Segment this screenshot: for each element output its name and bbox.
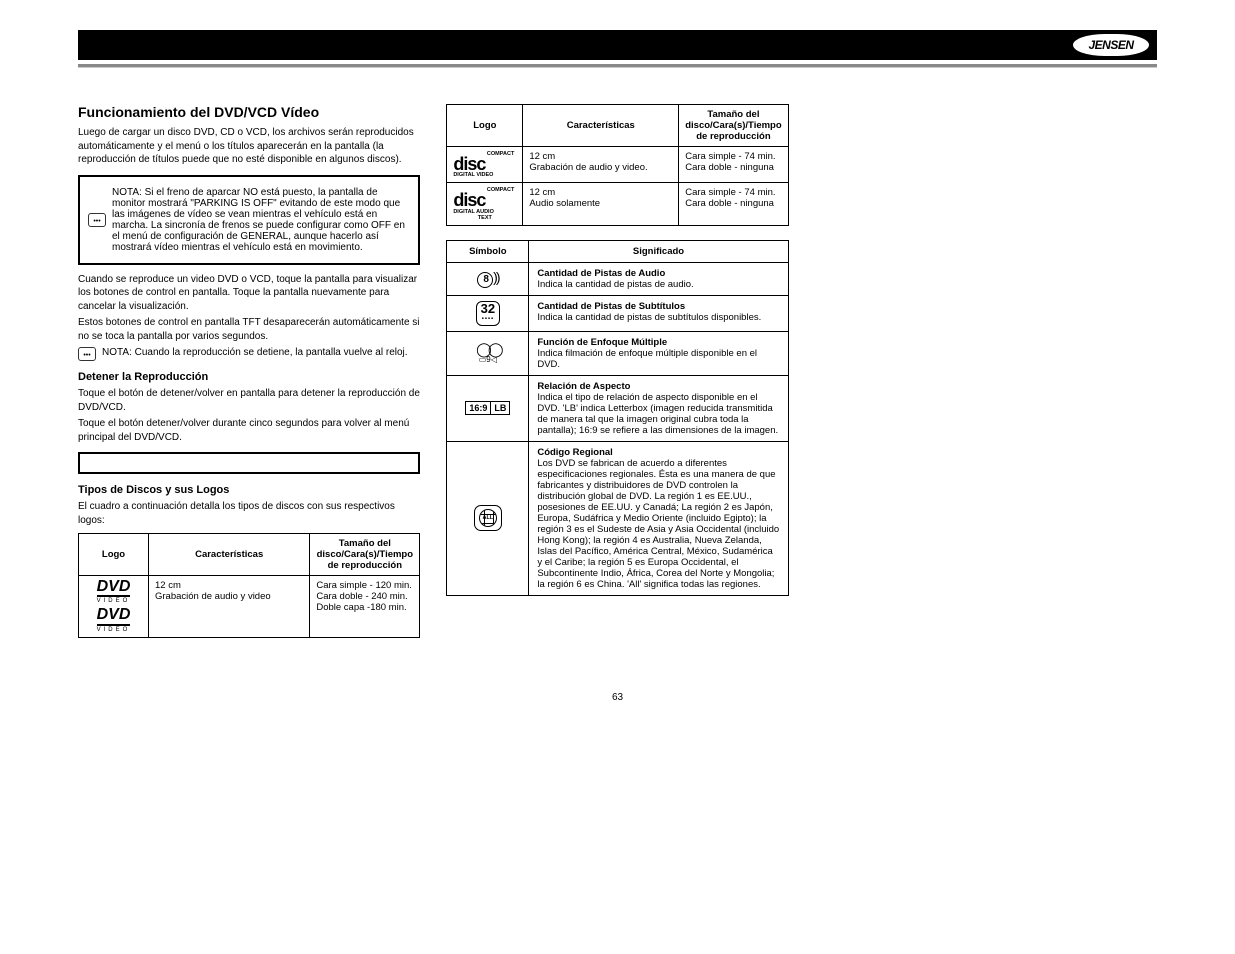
compact-disc-video-icon: COMPACT disc DIGITAL VIDEO <box>453 151 516 178</box>
dvd-playtime: Cara simple - 120 min. Cara doble - 240 … <box>310 576 420 638</box>
column-left: Funcionamiento del DVD/VCD Vídeo Luego d… <box>78 98 420 652</box>
stop-p1: Toque el botón de detener/volver en pant… <box>78 387 420 414</box>
th-size: Tamaño del disco/Cara(s)/Tiempo de repro… <box>310 534 420 576</box>
intro-paragraph: Luego de cargar un disco DVD, CD o VCD, … <box>78 126 420 167</box>
note-parking-text: NOTA: Si el freno de aparcar NO está pue… <box>112 187 410 253</box>
table-row: ALL Código Regional Los DVD se fabrican … <box>447 441 788 595</box>
th-features: Características <box>523 105 679 147</box>
content-columns: Funcionamiento del DVD/VCD Vídeo Luego d… <box>78 98 1157 652</box>
touch-controls-paragraph-2: Estos botones de control en pantalla TFT… <box>78 316 420 343</box>
table-row: COMPACT disc DIGITAL VIDEO 12 cm Grabaci… <box>447 147 788 183</box>
vcd-logo-cell: COMPACT disc DIGITAL VIDEO <box>447 147 523 183</box>
model-number: VM9214 <box>993 34 1074 57</box>
table-row: 8)) Cantidad de Pistas de Audio Indica l… <box>447 262 788 295</box>
page-number: 63 <box>78 692 1157 703</box>
jensen-logo: JENSEN <box>1073 34 1149 56</box>
cd-playtime: Cara simple - 74 min. Cara doble - ningu… <box>679 183 788 225</box>
dvd-features: 12 cm Grabación de audio y video <box>149 576 310 638</box>
column-middle: Logo Características Tamaño del disco/Ca… <box>446 98 788 652</box>
cd-logo-cell: COMPACT disc DIGITAL AUDIO TEXT <box>447 183 523 225</box>
disc-types-heading: Tipos de Discos y sus Logos <box>78 484 420 496</box>
multi-angle-desc: Función de Enfoque Múltiple Indica filma… <box>529 331 788 375</box>
note-icon: ••• <box>78 347 96 361</box>
th-logo: Logo <box>447 105 523 147</box>
stop-p2: Toque el botón detener/volver durante ci… <box>78 417 420 444</box>
column-right <box>815 98 1157 652</box>
vcd-playtime: Cara simple - 74 min. Cara doble - ningu… <box>679 147 788 183</box>
note-clock-text: NOTA: Cuando la reproducción se detiene,… <box>102 347 408 361</box>
feature-desc: Grabación de audio y video <box>155 591 303 602</box>
dvd-logo-cell: DVD VIDEO DVD VIDEO <box>79 576 149 638</box>
page: VM9214 JENSEN Funcionamiento del DVD/VCD… <box>0 0 1235 743</box>
th-size: Tamaño del disco/Cara(s)/Tiempo de repro… <box>679 105 788 147</box>
table-row: DVD VIDEO DVD VIDEO 12 cm <box>79 576 420 638</box>
disc-table-1: Logo Características Tamaño del disco/Ca… <box>78 533 420 638</box>
aspect-ratio-desc: Relación de Aspecto Indica el tipo de re… <box>529 375 788 441</box>
header-rule <box>78 64 1157 68</box>
note-box-empty <box>78 452 420 474</box>
stop-heading: Detener la Reproducción <box>78 371 420 383</box>
th-features: Características <box>149 534 310 576</box>
note-row-clock: ••• NOTA: Cuando la reproducción se deti… <box>78 347 420 361</box>
th-logo: Logo <box>79 534 149 576</box>
table-row: ◯◯ ▭9◁ Función de Enfoque Múltiple Indic… <box>447 331 788 375</box>
touch-controls-paragraph: Cuando se reproduce un video DVD o VCD, … <box>78 273 420 314</box>
th-meaning: Significado <box>529 240 788 262</box>
note-icon: ••• <box>88 213 106 227</box>
header-bar: VM9214 JENSEN <box>78 30 1157 60</box>
audio-tracks-desc: Cantidad de Pistas de Audio Indica la ca… <box>529 262 788 295</box>
aspect-ratio-icon: 16:9 LB <box>447 375 529 441</box>
table-row: 32 ▪▪▪▪ Cantidad de Pistas de Subtítulos… <box>447 295 788 331</box>
table-row: 16:9 LB Relación de Aspecto Indica el ti… <box>447 375 788 441</box>
multi-angle-icon: ◯◯ ▭9◁ <box>447 331 529 375</box>
region-code-icon: ALL <box>447 441 529 595</box>
dvd-logo-group: DVD VIDEO DVD VIDEO <box>85 580 142 633</box>
audio-tracks-icon: 8)) <box>447 262 529 295</box>
region-code-desc: Código Regional Los DVD se fabrican de a… <box>529 441 788 595</box>
symbols-table: Símbolo Significado 8)) Cantidad de Pist… <box>446 240 788 596</box>
th-symbol: Símbolo <box>447 240 529 262</box>
vcd-features: 12 cm Grabación de audio y video. <box>523 147 679 183</box>
disc-table-lead: El cuadro a continuación detalla los tip… <box>78 500 420 527</box>
section-title: Funcionamiento del DVD/VCD Vídeo <box>78 104 420 120</box>
subtitle-tracks-icon: 32 ▪▪▪▪ <box>447 295 529 331</box>
dvd-logo-icon: DVD VIDEO <box>97 608 131 632</box>
cd-features: 12 cm Audio solamente <box>523 183 679 225</box>
feature-size: 12 cm <box>155 580 303 591</box>
subtitle-tracks-desc: Cantidad de Pistas de Subtítulos Indica … <box>529 295 788 331</box>
table-row: COMPACT disc DIGITAL AUDIO TEXT 12 cm Au… <box>447 183 788 225</box>
disc-table-2: Logo Características Tamaño del disco/Ca… <box>446 104 788 226</box>
note-box-parking: ••• NOTA: Si el freno de aparcar NO está… <box>78 175 420 265</box>
dvd-logo-icon: DVD VIDEO <box>97 580 131 604</box>
compact-disc-audio-icon: COMPACT disc DIGITAL AUDIO TEXT <box>453 187 516 220</box>
